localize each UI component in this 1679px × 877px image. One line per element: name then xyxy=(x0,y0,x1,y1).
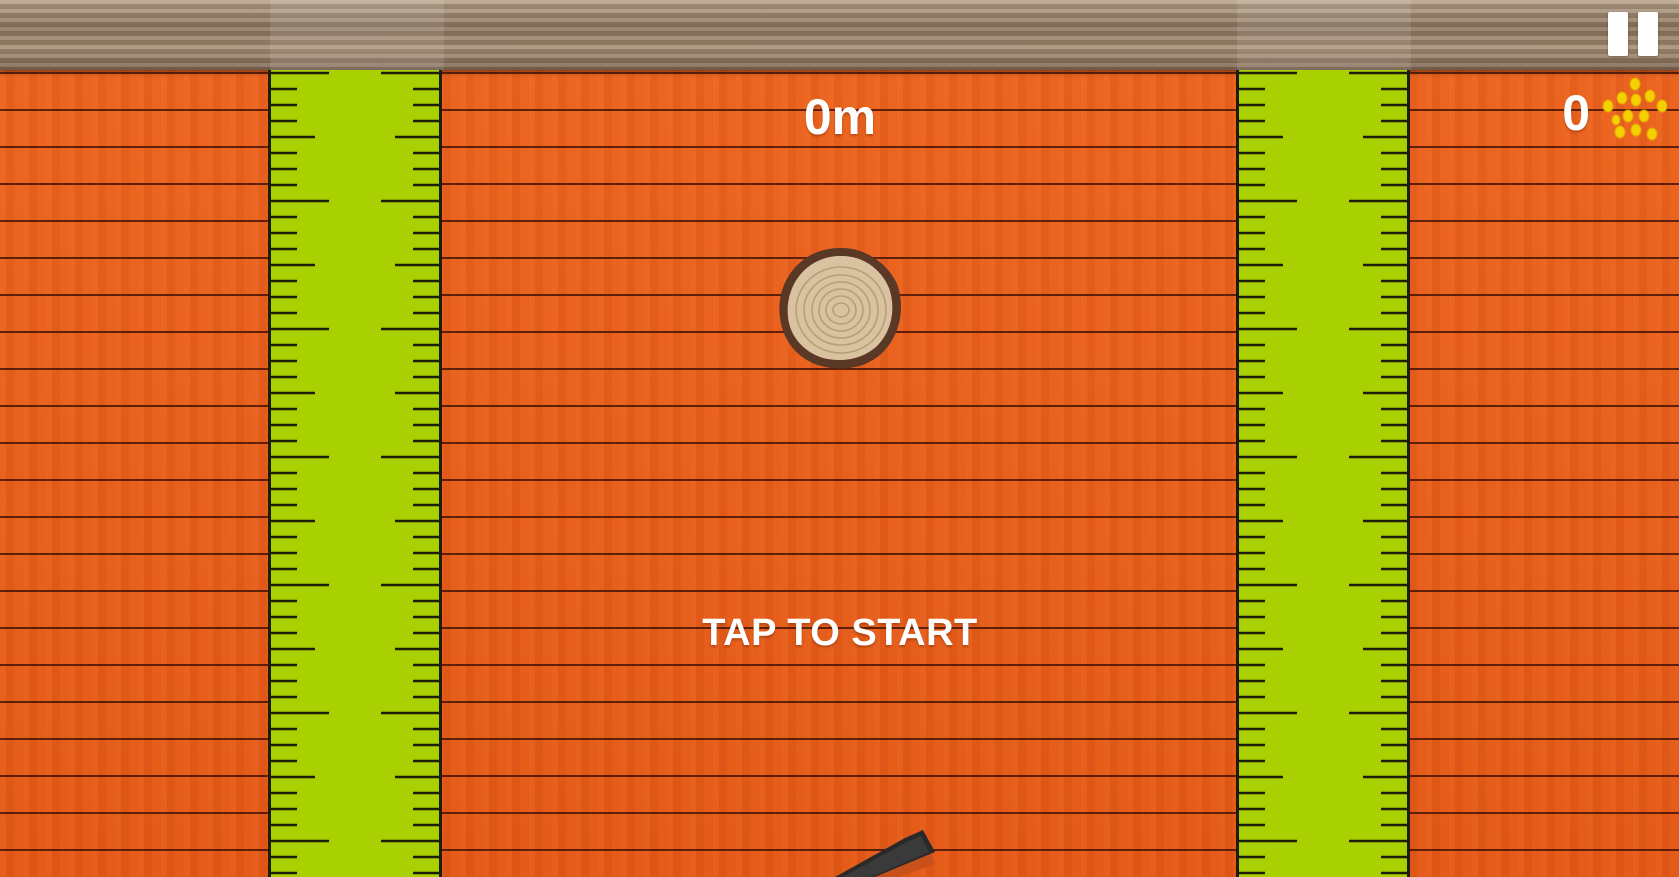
saw-blade xyxy=(835,830,935,877)
coin-cluster-icon xyxy=(1602,77,1668,141)
top-beam-highlight-left xyxy=(270,0,444,70)
distance-readout: 0m xyxy=(803,89,877,145)
game-canvas[interactable]: 0m 0 TAP TO START xyxy=(0,0,1679,877)
log-slice[interactable] xyxy=(775,244,905,374)
ruler-left-ticks xyxy=(271,71,439,875)
coin-count: 0 xyxy=(1562,85,1590,141)
top-beam-highlight-right xyxy=(1237,0,1411,70)
pause-icon-bar-left xyxy=(1608,12,1628,56)
ruler-right-ticks xyxy=(1239,71,1407,875)
ruler-right xyxy=(1236,70,1410,877)
ruler-left xyxy=(268,70,442,877)
pause-icon-bar-right xyxy=(1638,12,1658,56)
top-wood-beam xyxy=(0,0,1679,70)
tap-to-start-prompt[interactable]: TAP TO START xyxy=(640,612,1040,655)
pause-button[interactable] xyxy=(1606,12,1662,56)
